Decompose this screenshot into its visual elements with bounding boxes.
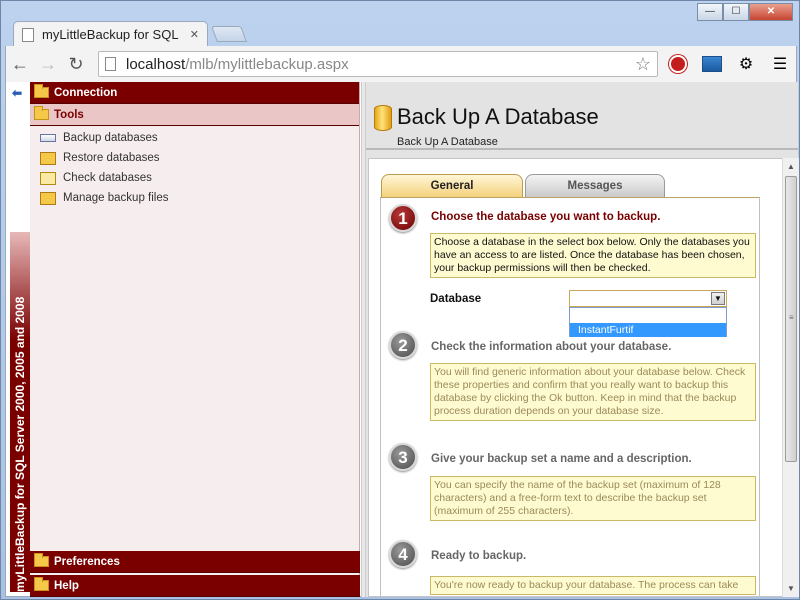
url-path: /mlb/mylittlebackup.aspx bbox=[185, 55, 349, 73]
tab-title: myLittleBackup for SQL Se bbox=[42, 27, 182, 42]
dropdown-option[interactable] bbox=[570, 308, 726, 323]
page-icon bbox=[105, 57, 116, 71]
page-title: Back Up A Database bbox=[397, 104, 599, 129]
step-title: Ready to backup. bbox=[431, 550, 527, 562]
sidebar-bottom-sections: Preferences Help bbox=[30, 549, 360, 597]
step-number: 1 bbox=[389, 204, 417, 232]
wizard-tabs: General Messages bbox=[381, 174, 667, 197]
banner-text: myLittleBackup for SQL Server 2000, 2005… bbox=[13, 296, 27, 592]
browser-tab[interactable]: myLittleBackup for SQL Se ✕ bbox=[13, 21, 208, 47]
step-number: 2 bbox=[389, 331, 417, 359]
scroll-thumb[interactable]: ≡ bbox=[785, 176, 797, 462]
menu-item-restore[interactable]: Restore databases bbox=[40, 148, 359, 168]
section-label: Help bbox=[54, 579, 79, 592]
settings-gear-icon[interactable]: ⚙ bbox=[732, 53, 760, 75]
backup-icon bbox=[40, 134, 56, 142]
tools-menu: Backup databases Restore databases Check… bbox=[30, 126, 359, 208]
section-preferences[interactable]: Preferences bbox=[30, 551, 360, 573]
chevron-down-icon[interactable]: ▼ bbox=[711, 292, 725, 305]
wizard-panel: 1 Choose the database you want to backup… bbox=[380, 197, 760, 596]
menu-icon[interactable]: ☰ bbox=[766, 53, 794, 75]
page-header: Back Up A Database Back Up A Database bbox=[366, 82, 798, 150]
reload-button[interactable]: ↻ bbox=[62, 54, 90, 75]
step-note: You will find generic information about … bbox=[430, 363, 756, 421]
database-label: Database bbox=[430, 293, 482, 305]
stop-extension-icon[interactable] bbox=[664, 53, 692, 75]
step-number: 3 bbox=[389, 443, 417, 471]
menu-item-label: Backup databases bbox=[63, 132, 158, 144]
minimize-button[interactable]: — bbox=[697, 3, 723, 21]
section-label: Connection bbox=[54, 86, 118, 99]
folder-open-icon bbox=[34, 106, 49, 120]
address-bar[interactable]: localhost/mlb/mylittlebackup.aspx ☆ bbox=[98, 51, 658, 77]
screen-capture-extension-icon[interactable] bbox=[698, 53, 726, 75]
main-panel: Back Up A Database Back Up A Database Ge… bbox=[366, 82, 799, 597]
window-controls: — ☐ ✕ bbox=[697, 3, 793, 21]
menu-item-label: Check databases bbox=[63, 172, 152, 184]
maximize-button[interactable]: ☐ bbox=[723, 3, 749, 21]
section-label: Tools bbox=[54, 108, 84, 121]
menu-item-check[interactable]: Check databases bbox=[40, 168, 359, 188]
scroll-up-icon[interactable]: ▲ bbox=[783, 158, 799, 175]
database-dropdown-list: InstantFurtif bbox=[569, 307, 727, 337]
manage-files-icon bbox=[40, 191, 56, 205]
close-window-button[interactable]: ✕ bbox=[749, 3, 793, 21]
sidebar: Connection Tools Backup databases Restor… bbox=[30, 82, 360, 597]
menu-item-label: Restore databases bbox=[63, 152, 160, 164]
folder-icon bbox=[34, 553, 49, 567]
page-favicon-icon bbox=[22, 27, 34, 42]
back-button[interactable]: ← bbox=[6, 54, 34, 75]
tab-general[interactable]: General bbox=[381, 174, 523, 197]
step-note: You're now ready to backup your database… bbox=[430, 576, 756, 595]
step-title: Give your backup set a name and a descri… bbox=[431, 453, 692, 465]
folder-icon bbox=[34, 577, 49, 591]
step-title: Check the information about your databas… bbox=[431, 341, 672, 353]
menu-item-manage[interactable]: Manage backup files bbox=[40, 188, 359, 208]
database-select[interactable]: ▼ bbox=[569, 290, 727, 307]
browser-window: — ☐ ✕ myLittleBackup for SQL Se ✕ ← → ↻ … bbox=[0, 0, 800, 600]
step-title: Choose the database you want to backup. bbox=[431, 211, 661, 223]
page-content: ⬅ myLittleBackup for SQL Server 2000, 20… bbox=[5, 82, 799, 597]
wizard-scroll-area: General Messages 1 Choose the database y… bbox=[368, 158, 790, 597]
step-note: Choose a database in the select box belo… bbox=[430, 233, 756, 278]
section-help[interactable]: Help bbox=[30, 575, 360, 597]
scroll-down-icon[interactable]: ▼ bbox=[783, 580, 799, 597]
database-icon bbox=[374, 105, 392, 131]
bookmark-star-icon[interactable]: ☆ bbox=[635, 54, 651, 75]
browser-toolbar: ← → ↻ localhost/mlb/mylittlebackup.aspx … bbox=[5, 46, 797, 82]
vertical-scrollbar[interactable]: ▲ ≡ ▼ bbox=[782, 158, 799, 597]
breadcrumb: Back Up A Database bbox=[397, 136, 498, 148]
forward-button[interactable]: → bbox=[34, 54, 62, 75]
tab-messages[interactable]: Messages bbox=[525, 174, 665, 197]
collapse-arrow-icon[interactable]: ⬅ bbox=[12, 86, 22, 100]
step-number: 4 bbox=[389, 540, 417, 568]
menu-item-label: Manage backup files bbox=[63, 192, 169, 204]
section-tools[interactable]: Tools bbox=[30, 104, 359, 126]
close-tab-icon[interactable]: ✕ bbox=[190, 28, 199, 41]
menu-item-backup[interactable]: Backup databases bbox=[40, 128, 359, 148]
new-tab-button[interactable] bbox=[211, 26, 247, 42]
grip-icon: ≡ bbox=[789, 313, 794, 322]
folder-icon bbox=[34, 84, 49, 98]
vertical-banner: myLittleBackup for SQL Server 2000, 2005… bbox=[10, 232, 30, 592]
section-connection[interactable]: Connection bbox=[30, 82, 359, 104]
restore-icon bbox=[40, 151, 56, 165]
dropdown-option-selected[interactable]: InstantFurtif bbox=[570, 323, 726, 337]
step-note: You can specify the name of the backup s… bbox=[430, 476, 756, 521]
check-icon bbox=[40, 171, 56, 185]
section-label: Preferences bbox=[54, 555, 120, 568]
url-host: localhost bbox=[126, 55, 186, 73]
